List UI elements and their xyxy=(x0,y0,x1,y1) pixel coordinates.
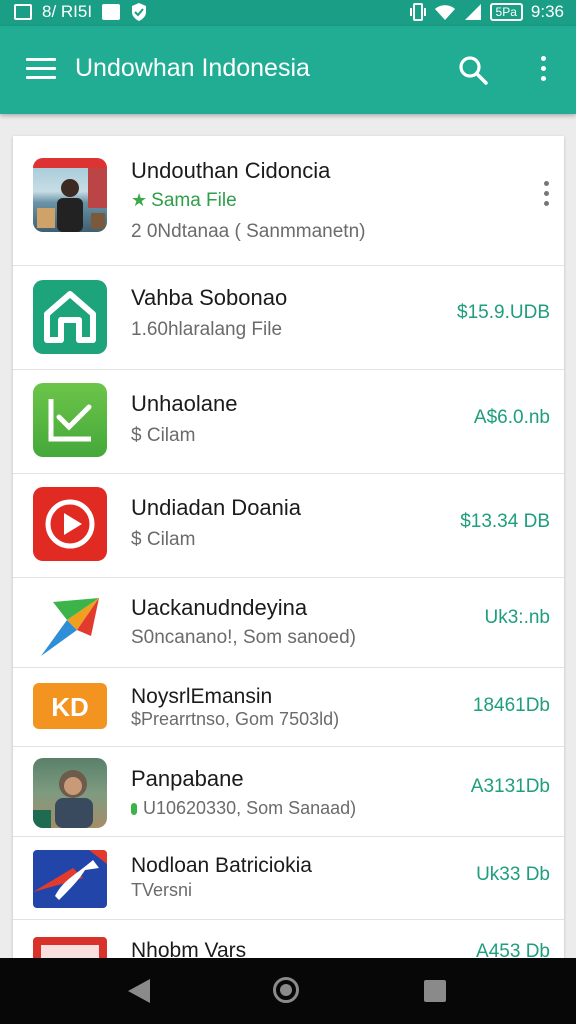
house-icon xyxy=(33,280,107,354)
status-left-text: 8/ RI5I xyxy=(42,2,93,21)
item-title: Nodloan Batriciokia xyxy=(131,854,312,877)
photo-woman-icon xyxy=(33,758,107,828)
item-title: Vahba Sobonao xyxy=(131,285,288,310)
item-subtitle: U10620330, Som Sanaad) xyxy=(131,798,356,819)
item-size: A3131Db xyxy=(470,776,550,797)
star-icon: ★ xyxy=(131,190,148,210)
item-title: Undiadan Doania xyxy=(131,495,302,520)
app-list: Undouthan Cidoncia ★ Sama File 2 0Ndtanaa… xyxy=(13,136,564,966)
item-size: $13.34 DB xyxy=(460,511,550,532)
signal-icon xyxy=(464,4,481,20)
navigation-bar xyxy=(0,958,576,1024)
item-title: Unhaolane xyxy=(131,391,238,416)
play-icon xyxy=(33,487,107,561)
chart-check-icon xyxy=(33,383,107,457)
wifi-icon xyxy=(434,5,455,20)
list-item[interactable]: Panpabane U10620330, Som Sanaad) A3131Db xyxy=(13,746,564,837)
list-item[interactable]: Uackanudndeyina S0ncanano!, Som sanoed) … xyxy=(13,577,564,668)
list-item[interactable]: Nodloan Batriciokia TVersni Uk33 Db xyxy=(13,836,564,920)
item-title: Panpabane xyxy=(131,766,244,791)
item-title: Uackanudndeyina xyxy=(131,595,308,620)
battery-icon: 5Pa xyxy=(489,3,523,21)
status-dot-icon xyxy=(131,803,137,816)
recent-apps-icon[interactable] xyxy=(424,980,446,1002)
item-size: A$6.0.nb xyxy=(473,407,550,428)
status-time: 9:36 xyxy=(530,2,564,21)
search-icon[interactable] xyxy=(457,54,489,86)
app-title: Undowhan Indonesia xyxy=(75,54,310,82)
item-subtitle: 1.60hlaralang File xyxy=(131,319,283,340)
item-rating: ★ Sama File xyxy=(131,190,237,211)
item-subtitle: $ Cilam xyxy=(131,425,196,446)
item-title: NoysrlEmansin xyxy=(131,685,273,708)
item-subtitle: $Prearrtnso, Gom 7503ld) xyxy=(131,709,340,729)
item-size: $15.9.UDB xyxy=(457,302,550,323)
item-subtitle: TVersni xyxy=(131,880,193,900)
shield-check-icon xyxy=(132,3,147,21)
list-item[interactable]: Undouthan Cidoncia ★ Sama File 2 0Ndtanaa… xyxy=(13,136,564,266)
svg-text:KD: KD xyxy=(51,692,89,722)
item-subtitle: 2 0Ndtanaa ( Sanmmanetn) xyxy=(131,221,366,242)
more-vert-icon[interactable] xyxy=(542,181,550,211)
item-size: Uk3:.nb xyxy=(484,607,550,628)
status-bar: 8/ RI5I 5Pa 9:36 xyxy=(0,0,576,26)
item-subtitle: $ Cilam xyxy=(131,529,196,550)
list-item[interactable]: Unhaolane $ Cilam A$6.0.nb xyxy=(13,369,564,474)
app-notification-icon xyxy=(102,4,121,20)
list-item[interactable]: KD NoysrlEmansin $Prearrtnso, Gom 7503ld… xyxy=(13,667,564,747)
photo-person-icon xyxy=(33,158,107,232)
blue-red-arrow-icon xyxy=(33,850,107,908)
home-icon[interactable] xyxy=(273,977,299,1003)
colorful-arrow-icon xyxy=(33,590,107,664)
back-icon[interactable] xyxy=(128,979,150,1003)
more-vert-icon[interactable] xyxy=(530,56,556,84)
list-item[interactable]: Vahba Sobonao 1.60hlaralang File $15.9.U… xyxy=(13,265,564,370)
menu-icon[interactable] xyxy=(26,58,56,80)
item-size: Uk33 Db xyxy=(476,864,550,885)
item-subtitle: S0ncanano!, Som sanoed) xyxy=(131,627,356,648)
image-notification-icon xyxy=(14,4,32,20)
list-item[interactable]: Undiadan Doania $ Cilam $13.34 DB xyxy=(13,473,564,578)
vibrate-icon xyxy=(409,3,426,21)
kd-logo-icon: KD xyxy=(33,683,107,729)
item-size: 18461Db xyxy=(472,695,550,716)
item-title: Undouthan Cidoncia xyxy=(131,158,331,183)
app-bar: Undowhan Indonesia xyxy=(0,26,576,114)
